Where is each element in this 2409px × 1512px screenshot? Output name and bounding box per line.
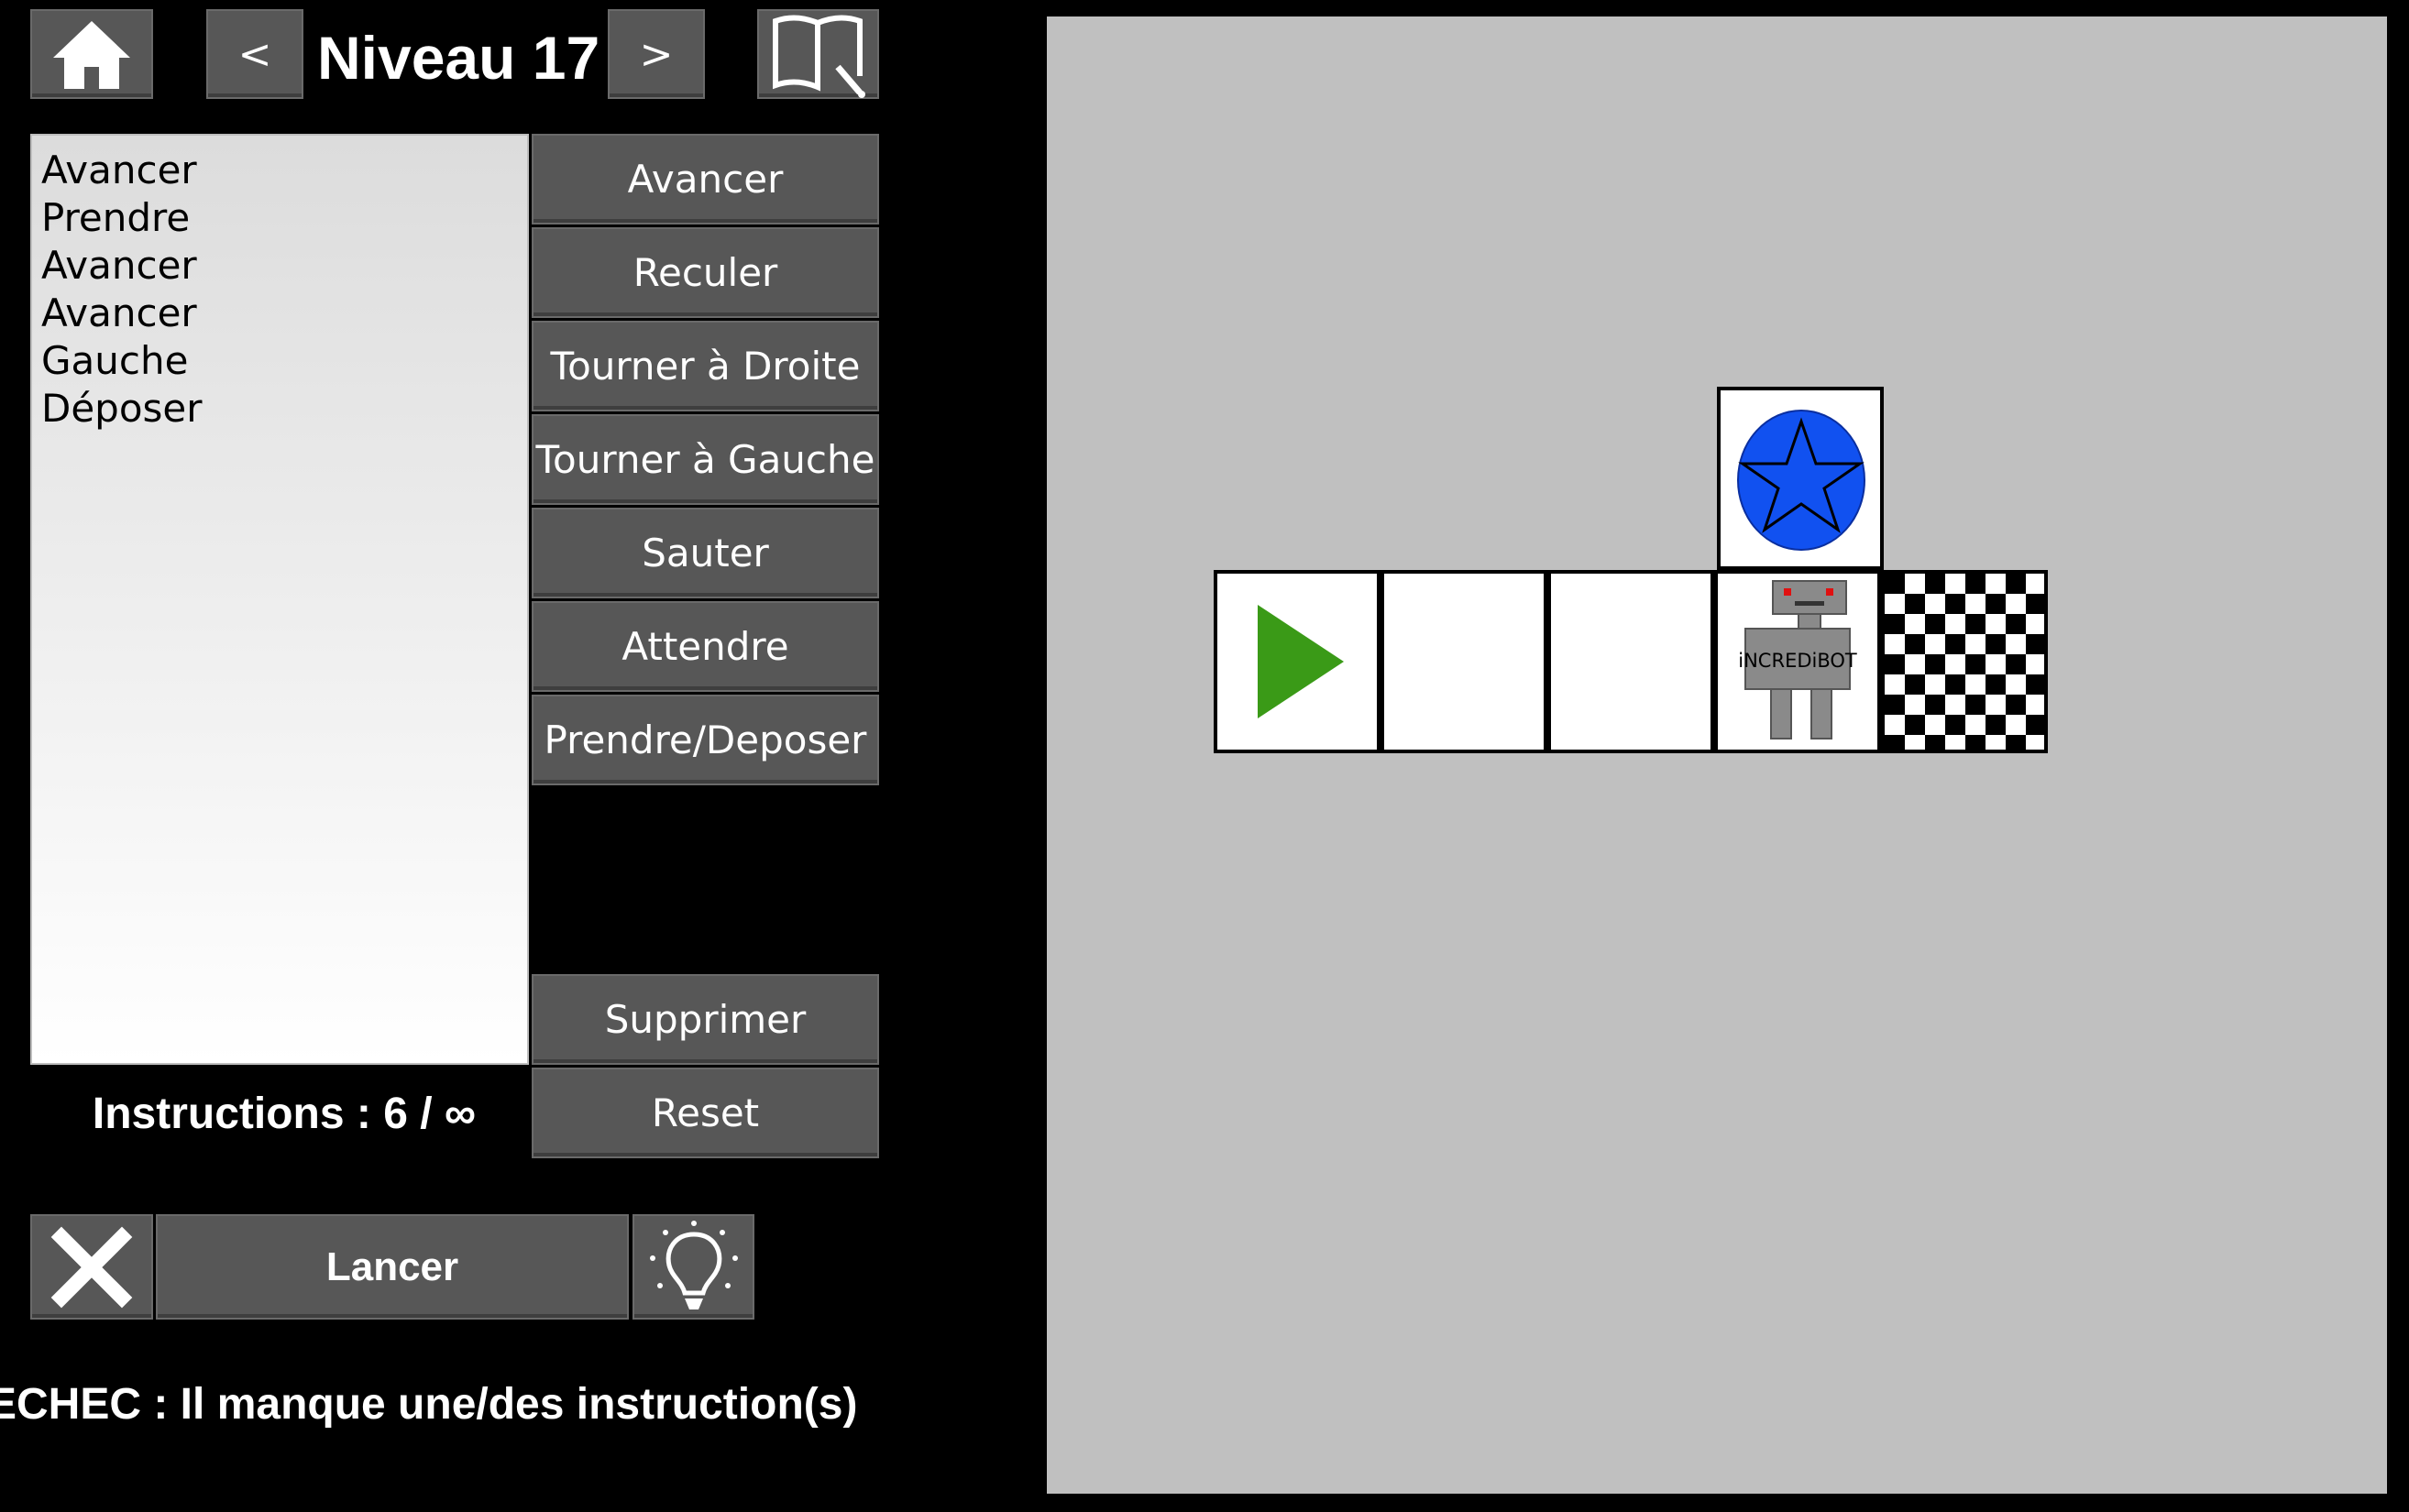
tile-robot: iNCREDiBOT <box>1714 570 1881 753</box>
next-label: > <box>639 30 674 78</box>
robot-label: iNCREDiBOT <box>1738 650 1857 672</box>
previous-level-button[interactable]: < <box>206 9 303 99</box>
jump-button[interactable]: Sauter <box>532 508 879 598</box>
delete-button[interactable]: Supprimer <box>532 974 879 1065</box>
turn-left-button[interactable]: Tourner à Gauche <box>532 414 879 505</box>
turn-right-button[interactable]: Tourner à Droite <box>532 321 879 411</box>
lightbulb-icon <box>649 1220 738 1309</box>
checkered-flag-icon <box>1885 574 2044 750</box>
tile-empty <box>1547 570 1714 753</box>
tile-start <box>1214 570 1380 753</box>
home-icon <box>53 21 130 89</box>
previous-label: < <box>237 30 272 78</box>
book-icon <box>772 15 865 98</box>
manual-button[interactable] <box>757 9 879 99</box>
status-message: ECHEC : Il manque une/des instruction(s) <box>0 1380 858 1429</box>
program-line[interactable]: Avancer <box>41 242 518 290</box>
tile-finish <box>1881 570 2048 753</box>
program-list[interactable]: Avancer Prendre Avancer Avancer Gauche D… <box>30 134 529 1065</box>
program-line[interactable]: Prendre <box>41 194 518 242</box>
run-label: Lancer <box>325 1244 459 1289</box>
next-level-button[interactable]: > <box>608 9 705 99</box>
tile-star-goal <box>1717 387 1884 570</box>
program-line[interactable]: Gauche <box>41 337 518 385</box>
program-line[interactable]: Avancer <box>41 290 518 337</box>
pick-drop-button[interactable]: Prendre/Deposer <box>532 695 879 785</box>
robot-icon: iNCREDiBOT <box>1738 580 1857 740</box>
run-button[interactable]: Lancer <box>156 1214 629 1320</box>
clear-program-button[interactable] <box>30 1214 153 1320</box>
play-icon <box>1258 605 1344 718</box>
hint-button[interactable] <box>632 1214 754 1320</box>
home-button[interactable] <box>30 9 153 99</box>
forward-button[interactable]: Avancer <box>532 134 879 225</box>
game-board: iNCREDiBOT <box>1047 16 2387 1494</box>
tile-empty <box>1380 570 1547 753</box>
level-title: Niveau 17 <box>317 24 600 92</box>
instructions-counter: Instructions : 6 / ∞ <box>92 1089 477 1138</box>
program-line[interactable]: Avancer <box>41 147 518 194</box>
wait-button[interactable]: Attendre <box>532 601 879 692</box>
backward-button[interactable]: Reculer <box>532 227 879 318</box>
star-icon <box>1737 410 1865 551</box>
reset-button[interactable]: Reset <box>532 1068 879 1158</box>
program-line[interactable]: Déposer <box>41 385 518 433</box>
close-icon <box>50 1226 133 1308</box>
